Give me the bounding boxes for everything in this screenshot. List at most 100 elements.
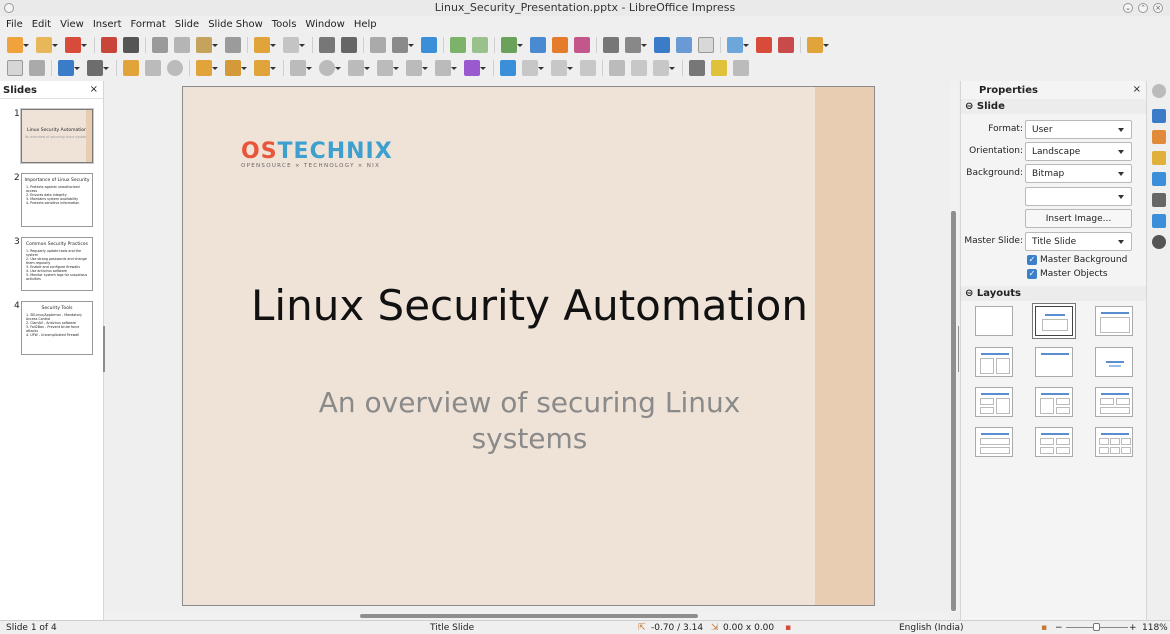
menu-slide[interactable]: Slide (175, 19, 199, 30)
horizontal-scrollbar[interactable] (105, 613, 950, 620)
slide-subtitle[interactable]: An overview of securing Linux systems (263, 385, 796, 457)
menu-view[interactable]: View (60, 19, 84, 30)
zoom-slider-handle[interactable] (1093, 623, 1100, 631)
select-arrow-icon[interactable] (7, 59, 23, 76)
orientation-select[interactable]: Landscape (1025, 142, 1132, 161)
slide-layout-icon[interactable] (807, 36, 829, 53)
slide-transition-tab-icon[interactable] (1152, 130, 1166, 144)
layout-title-content[interactable] (1095, 306, 1133, 336)
format-select[interactable]: User (1025, 120, 1132, 139)
slide-section-header[interactable]: ⊖ Slide (961, 99, 1146, 114)
align-objects-icon[interactable] (522, 59, 544, 76)
distribute-icon[interactable] (580, 59, 596, 76)
zoom-pan-icon[interactable] (29, 59, 45, 76)
close-slides-pane-icon[interactable]: × (90, 84, 98, 95)
flowchart-icon[interactable] (377, 59, 399, 76)
background-select[interactable]: Bitmap (1025, 164, 1132, 183)
show-draw-functions-icon[interactable] (698, 36, 714, 53)
layout-title-6content[interactable] (1095, 427, 1133, 457)
clone-formatting-icon[interactable] (225, 36, 241, 53)
fit-slide-icon[interactable]: ▪ (1041, 623, 1047, 633)
slide-thumbnail[interactable]: Common Security Practices 1. Regularly u… (21, 237, 93, 291)
layout-centered-text[interactable] (1095, 347, 1133, 377)
stars-icon[interactable] (435, 59, 457, 76)
insert-text-box-icon[interactable] (603, 36, 619, 53)
fill-color-icon[interactable] (87, 59, 109, 76)
styles-tab-icon[interactable] (1152, 193, 1166, 207)
menu-window[interactable]: Window (305, 19, 344, 30)
basic-shapes-icon[interactable] (290, 59, 312, 76)
menu-slide-show[interactable]: Slide Show (208, 19, 263, 30)
background-bitmap-select[interactable] (1025, 187, 1132, 206)
master-slide-select[interactable]: Title Slide (1025, 232, 1132, 251)
cut-icon[interactable] (152, 36, 168, 53)
master-background-checkbox[interactable]: ✓ Master Background (1027, 253, 1127, 267)
zoom-level[interactable]: 118% (1142, 623, 1168, 633)
vertical-scrollbar[interactable] (950, 81, 958, 613)
rotate-icon[interactable] (500, 59, 516, 76)
callouts-icon[interactable] (406, 59, 428, 76)
points-icon[interactable] (689, 59, 705, 76)
document-modified-icon[interactable]: ▪ (785, 623, 791, 633)
block-arrows-icon[interactable] (348, 59, 370, 76)
layout-title-2content-content[interactable] (975, 387, 1013, 417)
layout-title-two-content[interactable] (975, 347, 1013, 377)
symbol-shapes-icon[interactable] (319, 59, 341, 76)
slide-thumbnail[interactable]: Importance of Linux Security 1. Protects… (21, 173, 93, 227)
transitions-icon[interactable] (727, 36, 749, 53)
slide-title[interactable]: Linux Security Automation (183, 281, 876, 330)
filter-icon[interactable] (653, 59, 675, 76)
export-pdf-icon[interactable] (101, 36, 117, 53)
layout-title-2content-over-content[interactable] (1095, 387, 1133, 417)
zoom-in-icon[interactable]: + (1129, 623, 1137, 633)
slide-canvas[interactable]: OSTECHNIX OPENSOURCE × TECHNOLOGY × NIX … (182, 86, 875, 606)
maximize-icon[interactable]: ⌃ (1138, 3, 1148, 13)
insert-table-icon[interactable] (501, 36, 523, 53)
paste-icon[interactable] (196, 36, 218, 53)
rectangle-icon[interactable] (145, 59, 161, 76)
3d-objects-icon[interactable] (464, 59, 486, 76)
ostechnix-logo[interactable]: OSTECHNIX OPENSOURCE × TECHNOLOGY × NIX (241, 139, 393, 169)
redo-icon[interactable] (283, 36, 305, 53)
layout-title-slide[interactable] (1035, 306, 1073, 336)
delete-slide-icon[interactable] (778, 36, 794, 53)
master-slide-icon[interactable] (421, 36, 437, 53)
print-icon[interactable] (123, 36, 139, 53)
grid-icon[interactable] (370, 36, 386, 53)
master-slides-tab-icon[interactable] (1152, 172, 1166, 186)
layout-blank[interactable] (975, 306, 1013, 336)
layout-title-content-2content[interactable] (1035, 387, 1073, 417)
glue-points-icon[interactable] (711, 59, 727, 76)
gallery-tab-icon[interactable] (1152, 214, 1166, 228)
arrange-icon[interactable] (551, 59, 573, 76)
properties-tab-icon[interactable] (1152, 109, 1166, 123)
close-window-icon[interactable]: × (1153, 3, 1163, 13)
slide-thumbnail[interactable]: Security Tools 1. SELinux/AppArmor - Man… (21, 301, 93, 355)
close-properties-icon[interactable]: × (1133, 84, 1141, 95)
menu-file[interactable]: File (6, 19, 23, 30)
insert-media-icon[interactable] (552, 36, 568, 53)
copy-icon[interactable] (174, 36, 190, 53)
layout-title-only[interactable] (1035, 347, 1073, 377)
hide-slide-icon[interactable] (756, 36, 772, 53)
layouts-section-header[interactable]: ⊖ Layouts (961, 286, 1147, 301)
insert-image-icon[interactable] (530, 36, 546, 53)
master-objects-checkbox[interactable]: ✓ Master Objects (1027, 267, 1108, 281)
line-icon[interactable] (123, 59, 139, 76)
layout-title-content-over-content[interactable] (975, 427, 1013, 457)
vertical-scroll-thumb[interactable] (951, 211, 956, 611)
menu-edit[interactable]: Edit (32, 19, 51, 30)
curves-icon[interactable] (225, 59, 247, 76)
slide-thumbnail[interactable]: Linux Security Automation An overview of… (21, 109, 93, 163)
undo-icon[interactable] (254, 36, 276, 53)
duplicate-slide-icon[interactable] (472, 36, 488, 53)
toggle-extrusion-icon[interactable] (733, 59, 749, 76)
new-presentation-icon[interactable] (7, 36, 29, 53)
spelling-icon[interactable] (341, 36, 357, 53)
save-icon[interactable] (65, 36, 87, 53)
open-folder-icon[interactable] (36, 36, 58, 53)
new-slide-icon[interactable] (450, 36, 466, 53)
menu-format[interactable]: Format (131, 19, 166, 30)
sidebar-settings-icon[interactable] (1152, 84, 1166, 98)
language-indicator[interactable]: English (India) (899, 623, 963, 633)
